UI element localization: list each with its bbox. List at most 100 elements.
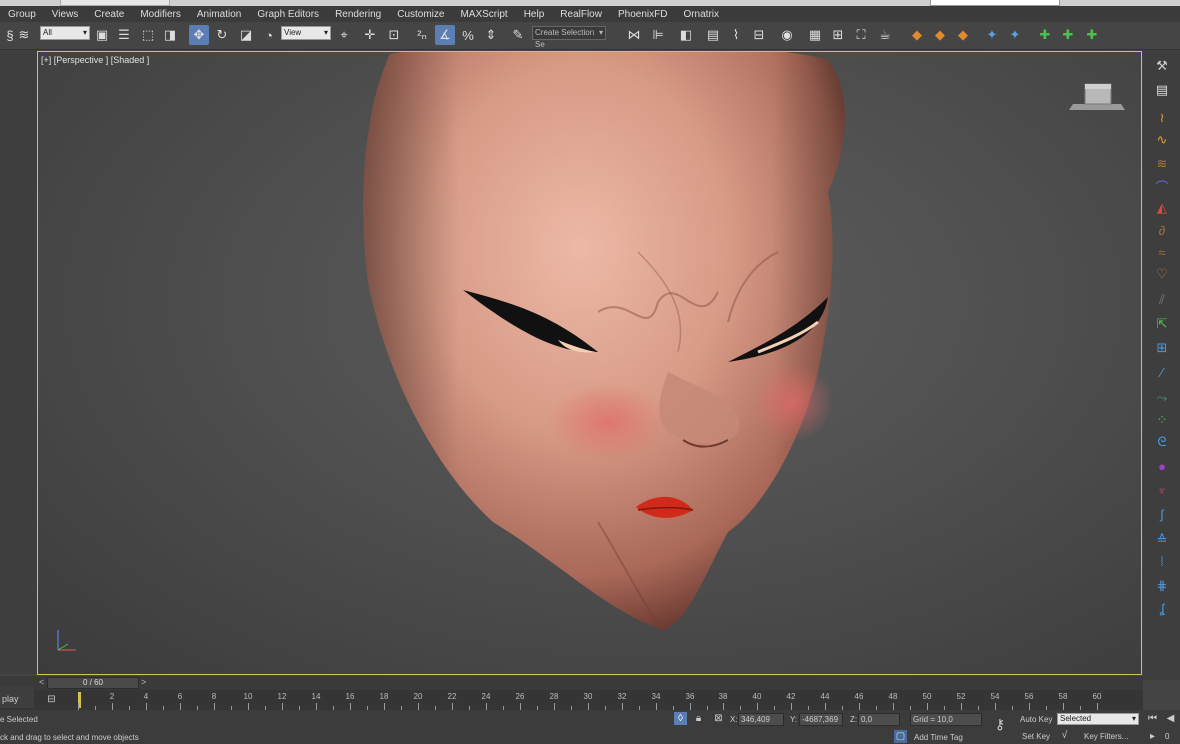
menu-create[interactable]: Create	[86, 9, 132, 20]
render-production-icon[interactable]: ⛶	[851, 25, 871, 45]
spinner-snap-icon[interactable]: ⇕	[481, 25, 501, 45]
time-next-button[interactable]: >	[141, 677, 146, 687]
z-coordinate-field[interactable]: 0,0	[858, 713, 900, 726]
current-frame-field[interactable]: 0	[1165, 732, 1169, 741]
bend-icon[interactable]: ⌒	[1151, 176, 1173, 196]
hook-icon[interactable]: ʃ	[1151, 504, 1173, 524]
menu-modifiers[interactable]: Modifiers	[132, 9, 189, 20]
panel-icon[interactable]: ▤	[1151, 80, 1173, 100]
mirror-icon[interactable]: ⋈	[624, 25, 644, 45]
layer-manager-icon[interactable]: ◧	[676, 25, 696, 45]
realflow-icon-3[interactable]: ◆	[953, 25, 973, 45]
ornatrix-icon-2[interactable]: ✚	[1058, 25, 1078, 45]
y-coordinate-field[interactable]: -4687,369	[799, 713, 843, 726]
menu-help[interactable]: Help	[516, 9, 553, 20]
time-prev-button[interactable]: <	[39, 677, 44, 687]
time-config-icon[interactable]: ▸	[1146, 730, 1159, 743]
align-icon[interactable]: ⊫	[648, 25, 668, 45]
line-icon[interactable]: ∕	[1151, 362, 1173, 382]
select-by-name-icon[interactable]: ☰	[114, 25, 134, 45]
named-selection-set-dropdown[interactable]: Create Selection Se ▾	[532, 26, 606, 49]
menu-maxscript[interactable]: MAXScript	[452, 9, 515, 20]
layers-icon[interactable]: ≙	[1151, 530, 1173, 550]
render-setup-icon[interactable]: ▦	[805, 25, 825, 45]
curve-icon[interactable]: ∿	[1151, 130, 1173, 150]
phoenix-icon-1[interactable]: ✦	[982, 25, 1002, 45]
prev-frame-icon[interactable]: ◀	[1164, 712, 1177, 725]
flame-icon[interactable]: ♆	[1151, 480, 1173, 500]
ornatrix-icon-3[interactable]: ✚	[1082, 25, 1102, 45]
pivot-center-icon[interactable]: ⌖	[334, 25, 354, 45]
percent-snap-icon[interactable]: %	[458, 25, 478, 45]
viewcube-icon[interactable]	[1067, 80, 1127, 114]
teapot-render-icon[interactable]: ☕	[875, 25, 895, 45]
snap-toggle-icon[interactable]: ²ₙ	[412, 25, 432, 45]
mesh-icon[interactable]: ⋕	[1151, 576, 1173, 596]
menu-phoenixfd[interactable]: PhoenixFD	[610, 9, 675, 20]
select-and-rotate-icon[interactable]: ↻	[212, 25, 232, 45]
curve-editor-icon[interactable]: ⌇	[726, 25, 746, 45]
play-tab[interactable]: play	[0, 686, 34, 708]
dots-icon[interactable]: ⁘	[1151, 410, 1173, 430]
stretch-icon[interactable]: ⫽	[1151, 290, 1173, 310]
flow-icon[interactable]: ⦚	[1151, 552, 1173, 572]
twist-icon[interactable]: ∂	[1151, 220, 1173, 240]
spiral-icon[interactable]: ᘓ	[1151, 432, 1173, 452]
realflow-icon-2[interactable]: ◆	[930, 25, 950, 45]
key-filters-button[interactable]: Key Filters...	[1084, 732, 1128, 741]
frame-counter[interactable]: 0 / 60	[47, 677, 139, 689]
menu-realflow[interactable]: RealFlow	[552, 9, 610, 20]
angle-snap-icon[interactable]: ∡	[435, 25, 455, 45]
key-set-dropdown[interactable]: Selected ▾	[1057, 713, 1139, 725]
key-icon[interactable]: ⚷	[990, 716, 1010, 732]
default-in-out-icon[interactable]: √	[1058, 729, 1071, 742]
ornatrix-icon-1[interactable]: ✚	[1035, 25, 1055, 45]
go-to-start-icon[interactable]: ⏮	[1146, 712, 1159, 725]
grid-icon[interactable]: ⊞	[1151, 338, 1173, 358]
scene-explorer-icon[interactable]: ▤	[703, 25, 723, 45]
menu-group[interactable]: Group	[0, 9, 44, 20]
heart-icon[interactable]: ♡	[1151, 264, 1173, 284]
absolute-mode-icon[interactable]: ⊠	[712, 712, 725, 725]
menu-views[interactable]: Views	[44, 9, 87, 20]
schematic-view-icon[interactable]: ⊟	[749, 25, 769, 45]
auto-key-button[interactable]: Auto Key	[1020, 715, 1052, 724]
mini-curve-editor-icon[interactable]: ⊟	[45, 693, 58, 706]
select-and-move-icon[interactable]: ✥	[189, 25, 209, 45]
material-editor-icon[interactable]: ◉	[777, 25, 797, 45]
menu-customize[interactable]: Customize	[389, 9, 452, 20]
menu-ornatrix[interactable]: Ornatrix	[675, 9, 727, 20]
set-key-button[interactable]: Set Key	[1022, 732, 1050, 741]
selection-filter-dropdown[interactable]: All ▾	[40, 26, 90, 40]
time-slider[interactable]: < 0 / 60 >	[0, 676, 1143, 690]
add-time-tag-button[interactable]: Add Time Tag	[914, 733, 963, 742]
hair-icon[interactable]: ʆ	[1151, 598, 1173, 618]
taper-icon[interactable]: ◭	[1151, 198, 1173, 218]
keyboard-shortcut-icon[interactable]: ⊡	[384, 25, 404, 45]
frame-ruler[interactable]: 2 4 6 8 10 12 14 16 18 20 22 24 26 28 30 32 34 36 38 40 42 44…	[78, 690, 1118, 710]
manipulate-icon[interactable]: ✛	[360, 25, 380, 45]
placement-icon[interactable]: ◔	[259, 25, 279, 45]
realflow-icon-1[interactable]: ◆	[907, 25, 927, 45]
head-model[interactable]	[38, 52, 1142, 675]
hammer-icon[interactable]: ⚒	[1151, 56, 1173, 76]
wave-icon[interactable]: ≀	[1151, 108, 1173, 128]
bind-space-warp-icon[interactable]: ≋	[14, 25, 34, 45]
rect-selection-icon[interactable]: ⬚	[138, 25, 158, 45]
track-bar[interactable]: play ⊟ 2 4 6 8 10 12 14 16 18 20 22 24 26 28 30 32 34 36 3…	[0, 686, 1143, 710]
menu-animation[interactable]: Animation	[189, 9, 249, 20]
select-object-icon[interactable]: ▣	[92, 25, 112, 45]
menu-graph-editors[interactable]: Graph Editors	[249, 9, 327, 20]
rendered-frame-window-icon[interactable]: ⊞	[828, 25, 848, 45]
phoenix-icon-2[interactable]: ✦	[1005, 25, 1025, 45]
noise-icon[interactable]: ≈	[1151, 242, 1173, 262]
menu-rendering[interactable]: Rendering	[327, 9, 389, 20]
window-crossing-icon[interactable]: ◨	[160, 25, 180, 45]
time-tag-icon[interactable]: ▢	[894, 730, 907, 743]
x-coordinate-field[interactable]: 346,409	[738, 713, 784, 726]
reference-coordinate-dropdown[interactable]: View ▾	[281, 26, 331, 40]
select-and-scale-icon[interactable]: ◪	[236, 25, 256, 45]
ripple-icon[interactable]: ≋	[1151, 154, 1173, 174]
perspective-viewport[interactable]: [+] [Perspective ] [Shaded ]	[37, 51, 1142, 675]
sphere-icon[interactable]: ●	[1151, 456, 1173, 476]
